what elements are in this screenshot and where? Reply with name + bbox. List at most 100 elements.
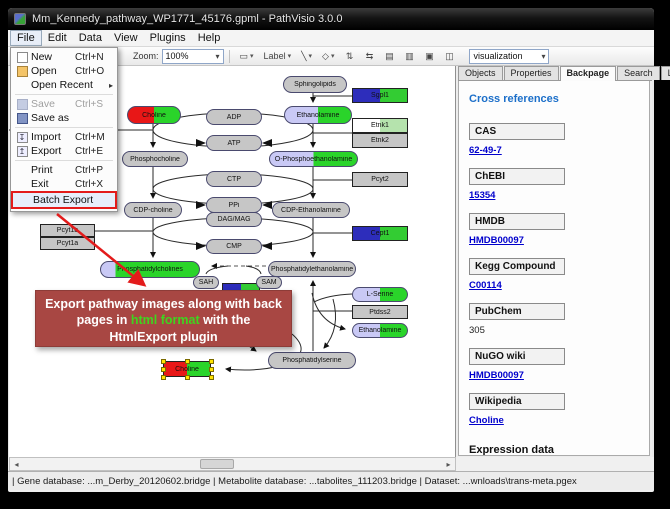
pathway-node-ethanolamine[interactable]: Ethanolamine: [284, 106, 352, 124]
pathway-node-l-serine[interactable]: L-Serine: [352, 287, 408, 302]
pathway-node-ctp[interactable]: CTP: [206, 171, 262, 187]
pathway-node-cept1[interactable]: Cept1: [352, 226, 408, 241]
cross-reference-link[interactable]: 15354: [469, 190, 639, 201]
pathway-node-cdp-choline[interactable]: CDP-choline: [124, 202, 182, 218]
pathway-node-sah[interactable]: SAH: [193, 276, 219, 289]
menubar-item-edit[interactable]: Edit: [42, 31, 73, 45]
pathway-node-etnk1[interactable]: Etnk1: [352, 118, 408, 133]
pathway-node-phosphatidylserine[interactable]: Phosphatidylserine: [268, 352, 356, 369]
pathway-node-etnk2[interactable]: Etnk2: [352, 133, 408, 148]
pathway-node-phosphatidylcholines[interactable]: Phosphatidylcholines: [100, 261, 200, 278]
pathway-node-sgpl1[interactable]: Sgpl1: [352, 88, 408, 103]
menu-item-shortcut: Ctrl+O: [75, 66, 113, 77]
menu-item-batch-export[interactable]: Batch Export: [11, 191, 117, 209]
selection-handle[interactable]: [161, 359, 166, 364]
menu-item-label: Export: [31, 145, 75, 157]
selection-handle[interactable]: [209, 359, 214, 364]
expression-data-heading: Expression data: [469, 444, 639, 456]
node-label: CTP: [225, 176, 243, 183]
menubar-item-data[interactable]: Data: [73, 31, 108, 45]
new-label-button[interactable]: Label▾: [261, 48, 295, 63]
visualization-combobox[interactable]: visualization ▾: [469, 49, 549, 64]
node-label: CDP-Ethanolamine: [279, 207, 343, 214]
canvas-horizontal-scrollbar[interactable]: ◂ ▸: [9, 457, 456, 471]
new-label-icon: Label: [264, 51, 286, 61]
tab-properties[interactable]: Properties: [504, 66, 559, 80]
pathway-node-phosphatidylethanolamine[interactable]: Phosphatidylethanolamine: [268, 261, 356, 277]
scroll-left-icon[interactable]: ◂: [10, 458, 23, 470]
submenu-arrow-icon: ▸: [103, 81, 113, 90]
menu-item-open[interactable]: OpenCtrl+O: [11, 64, 117, 78]
backpage-section-header: Wikipedia: [469, 393, 565, 410]
node-label: Phosphatidylserine: [280, 357, 343, 364]
pathway-node-ppi[interactable]: PPi: [206, 197, 262, 213]
cross-reference-value: 305: [469, 325, 639, 336]
pathway-node-choline[interactable]: Choline: [127, 106, 181, 124]
pathway-node-dag-mag[interactable]: DAG/MAG: [206, 212, 262, 227]
scrollbar-thumb[interactable]: [200, 459, 234, 469]
node-label: SAH: [197, 279, 215, 286]
selection-handle[interactable]: [161, 367, 166, 372]
tab-objects[interactable]: Objects: [458, 66, 503, 80]
pathway-node-sam[interactable]: SAM: [256, 276, 282, 289]
new-datanode-button[interactable]: ▭▾: [237, 49, 257, 64]
selection-handle[interactable]: [161, 375, 166, 380]
menubar-item-plugins[interactable]: Plugins: [144, 31, 192, 45]
match-height-button[interactable]: ▥: [401, 49, 417, 64]
menubar-item-help[interactable]: Help: [192, 31, 227, 45]
chevron-down-icon: ▾: [331, 52, 335, 60]
cross-reference-link[interactable]: 62-49-7: [469, 145, 639, 156]
pathway-node-cdp-ethanolamine[interactable]: CDP-Ethanolamine: [272, 202, 350, 218]
cross-reference-link[interactable]: HMDB00097: [469, 370, 639, 381]
menu-item-exit[interactable]: ExitCtrl+X: [11, 177, 117, 191]
tab-legend[interactable]: Legend: [661, 66, 670, 80]
cross-reference-link[interactable]: C00114: [469, 280, 639, 291]
node-label: Phosphatidylethanolamine: [269, 266, 355, 273]
menu-item-print[interactable]: PrintCtrl+P: [11, 163, 117, 177]
pathway-node-ethanolamine[interactable]: Ethanolamine: [352, 323, 408, 338]
selection-handle[interactable]: [209, 375, 214, 380]
stack-horizontal-button[interactable]: ◫: [441, 49, 457, 64]
new-line-button[interactable]: ╲▾: [298, 49, 315, 64]
menu-item-save-as[interactable]: Save as: [11, 111, 117, 125]
node-label: CDP-choline: [131, 207, 174, 214]
menu-item-label: Save: [31, 98, 75, 110]
cross-reference-link[interactable]: Choline: [469, 415, 639, 426]
pathway-node-sphingolipids[interactable]: Sphingolipids: [283, 76, 347, 93]
pathway-node-cmp[interactable]: CMP: [206, 239, 262, 254]
tab-backpage[interactable]: Backpage: [560, 66, 617, 81]
menu-item-shortcut: Ctrl+S: [75, 99, 113, 110]
menu-item-import[interactable]: ↧ImportCtrl+M: [11, 130, 117, 144]
node-label: Pcyt1b: [55, 227, 80, 234]
cross-reference-link[interactable]: HMDB00097: [469, 235, 639, 246]
selection-handle[interactable]: [185, 359, 190, 364]
match-width-button[interactable]: ▤: [381, 49, 397, 64]
node-label: Pcyt1a: [55, 240, 80, 247]
pathway-node-ptdss2[interactable]: Ptdss2: [352, 305, 408, 319]
menu-item-open-recent[interactable]: Open Recent▸: [11, 78, 117, 92]
align-center-y-button[interactable]: ⇆: [361, 49, 377, 64]
align-center-x-button[interactable]: ⇅: [341, 49, 357, 64]
pathway-node-pcyt1b[interactable]: Pcyt1b: [40, 224, 95, 237]
zoom-combobox[interactable]: 100% ▾: [162, 49, 224, 64]
menu-item-new[interactable]: NewCtrl+N: [11, 50, 117, 64]
pathway-node-adp[interactable]: ADP: [206, 109, 262, 125]
side-panel: ObjectsPropertiesBackpageSearchLegend Cr…: [456, 66, 652, 457]
backpage-section-pubchem: PubChem305: [469, 301, 639, 346]
pathway-node-atp[interactable]: ATP: [206, 135, 262, 151]
open-folder-icon: [17, 66, 28, 77]
tab-search[interactable]: Search: [617, 66, 660, 80]
pathway-node-o-phosphoethanolamine[interactable]: O-Phosphoethanolamine: [269, 151, 358, 167]
selection-handle[interactable]: [185, 375, 190, 380]
pathway-node-phosphocholine[interactable]: Phosphocholine: [122, 151, 188, 167]
scroll-right-icon[interactable]: ▸: [442, 458, 455, 470]
menubar-item-file[interactable]: File: [10, 30, 42, 46]
pathway-node-pcyt1a[interactable]: Pcyt1a: [40, 237, 95, 250]
menu-item-export[interactable]: ↥ExportCtrl+E: [11, 144, 117, 158]
pathway-node-pcyt2[interactable]: Pcyt2: [352, 172, 408, 187]
stack-vertical-button[interactable]: ▣: [421, 49, 437, 64]
pathway-node-choline[interactable]: Choline: [163, 361, 211, 377]
menubar-item-view[interactable]: View: [108, 31, 144, 45]
new-shape-button[interactable]: ◇▾: [319, 49, 337, 64]
selection-handle[interactable]: [209, 367, 214, 372]
